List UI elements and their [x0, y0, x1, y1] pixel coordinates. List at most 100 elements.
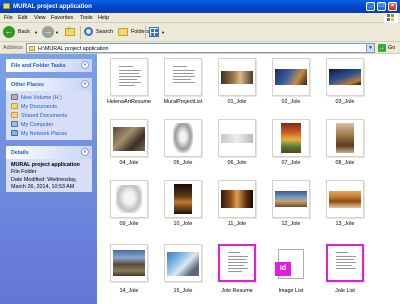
place-label: Shared Documents	[21, 113, 68, 119]
panel-title: Details	[11, 150, 29, 156]
file-name: HelenaArtResume	[106, 99, 152, 105]
toolbar: ← Back ▼ → ▼ ↑ Search Folders ▼	[0, 23, 400, 42]
photo-thumbnail	[110, 244, 148, 282]
views-icon	[149, 27, 159, 37]
close-button[interactable]: ×	[388, 2, 397, 11]
menu-file[interactable]: File	[4, 15, 13, 21]
indesign-badge: Id	[275, 262, 291, 276]
window-title: MURAL project application	[13, 3, 92, 10]
folders-button[interactable]: Folders	[118, 26, 152, 39]
document-thumbnail	[110, 58, 148, 96]
folder-icon	[29, 46, 35, 51]
toolbar-separator	[145, 26, 146, 39]
maximize-button[interactable]: □	[377, 2, 386, 11]
place-label: My Documents	[21, 104, 57, 110]
address-bar: Address H:\MURAL project application ▼ →…	[0, 42, 400, 54]
file-name: 07_Jole	[281, 160, 301, 166]
folders-label: Folders	[131, 29, 149, 35]
photo-thumbnail	[110, 180, 148, 218]
photo-thumbnail	[272, 180, 310, 218]
place-label: My Network Places	[21, 131, 68, 137]
chevron-up-icon[interactable]: «	[81, 80, 89, 88]
go-button[interactable]: → Go	[378, 44, 398, 53]
document-thumbnail	[326, 244, 364, 282]
windows-logo-icon	[384, 13, 398, 23]
views-button[interactable]: ▼	[149, 26, 167, 39]
menu-tools[interactable]: Tools	[80, 15, 93, 21]
file-name: 11_Jole	[227, 221, 247, 227]
file-name: 09_Jole	[119, 221, 139, 227]
file-name: 01_Jole	[227, 99, 247, 105]
back-button[interactable]: ← Back ▼	[3, 26, 41, 39]
photo-thumbnail	[164, 244, 202, 282]
computer-icon	[11, 121, 18, 127]
up-folder-button[interactable]: ↑	[64, 26, 76, 39]
photo-thumbnail	[272, 58, 310, 96]
minimize-button[interactable]: _	[366, 2, 375, 11]
photo-thumbnail	[272, 119, 310, 157]
address-dropdown-icon[interactable]: ▼	[366, 44, 374, 52]
back-label: Back	[18, 29, 30, 35]
other-places-panel: Other Places « New Volume (H:) My Docume…	[6, 78, 92, 140]
address-input[interactable]: H:\MURAL project application ▼	[26, 43, 375, 53]
place-label: My Computer	[21, 122, 54, 128]
photo-thumbnail	[326, 180, 364, 218]
photo-thumbnail	[164, 119, 202, 157]
file-view: HelenaArtResume MuralProjectList 01_Jole	[97, 54, 400, 304]
file-name: 05_Jole	[173, 160, 193, 166]
folder-icon	[3, 3, 10, 9]
panel-title: Other Places	[11, 82, 44, 88]
title-bar[interactable]: MURAL project application _ □ ×	[0, 0, 400, 13]
back-dropdown-icon[interactable]: ▼	[34, 30, 38, 35]
menu-help[interactable]: Help	[98, 15, 109, 21]
document-thumbnail	[164, 58, 202, 96]
file-name: MuralProjectList	[163, 99, 203, 105]
file-name: Jole List	[335, 288, 355, 294]
views-dropdown-icon: ▼	[161, 30, 165, 35]
file-name: 12_Jole	[281, 221, 301, 227]
place-label: New Volume (H:)	[21, 95, 62, 101]
photo-thumbnail	[218, 119, 256, 157]
file-name: 08_Jole	[335, 160, 355, 166]
address-label: Address	[3, 45, 23, 51]
panel-header[interactable]: Other Places «	[6, 78, 92, 91]
panel-header[interactable]: Details «	[6, 146, 92, 159]
menu-view[interactable]: View	[34, 15, 46, 21]
menu-bar: File Edit View Favorites Tools Help	[0, 13, 400, 23]
go-label: Go	[388, 45, 396, 51]
chevron-down-icon[interactable]: »	[81, 61, 89, 69]
forward-dropdown-icon[interactable]: ▼	[55, 30, 59, 35]
file-name: 02_Jole	[281, 99, 301, 105]
go-arrow-icon: →	[378, 44, 386, 52]
panel-header[interactable]: File and Folder Tasks »	[6, 59, 92, 72]
details-type: File Folder	[11, 169, 37, 175]
forward-button[interactable]: → ▼	[42, 26, 62, 39]
photo-thumbnail	[326, 119, 364, 157]
up-arrow-icon: ↑	[67, 26, 71, 33]
address-path: H:\MURAL project application	[38, 45, 109, 52]
search-icon	[84, 27, 93, 36]
chevron-up-icon[interactable]: «	[81, 148, 89, 156]
photo-thumbnail	[110, 119, 148, 157]
menu-favorites[interactable]: Favorites	[51, 15, 73, 21]
photo-thumbnail	[218, 58, 256, 96]
folder-icon	[11, 103, 18, 109]
forward-arrow-icon: →	[42, 26, 54, 38]
details-modified: Date Modified: Wednesday,	[11, 177, 77, 183]
search-label: Search	[96, 29, 114, 35]
toolbar-separator	[80, 26, 81, 39]
explorer-window: MURAL project application _ □ × File Edi…	[0, 0, 400, 304]
folders-icon	[118, 28, 128, 36]
details-panel: Details « MURAL project application File…	[6, 146, 92, 192]
file-name: 04_Jole	[119, 160, 139, 166]
file-folder-tasks-panel: File and Folder Tasks »	[6, 59, 92, 72]
shared-folder-icon	[11, 112, 18, 118]
search-button[interactable]: Search	[84, 26, 116, 39]
network-icon	[11, 130, 18, 136]
task-pane: File and Folder Tasks » Other Places « N…	[0, 54, 97, 304]
file-name: Image List	[278, 288, 304, 294]
menu-edit[interactable]: Edit	[18, 15, 27, 21]
photo-thumbnail	[326, 58, 364, 96]
details-modified-date: March 26, 2014, 10:53 AM	[11, 184, 75, 190]
file-name: 15_Jole	[173, 288, 193, 294]
